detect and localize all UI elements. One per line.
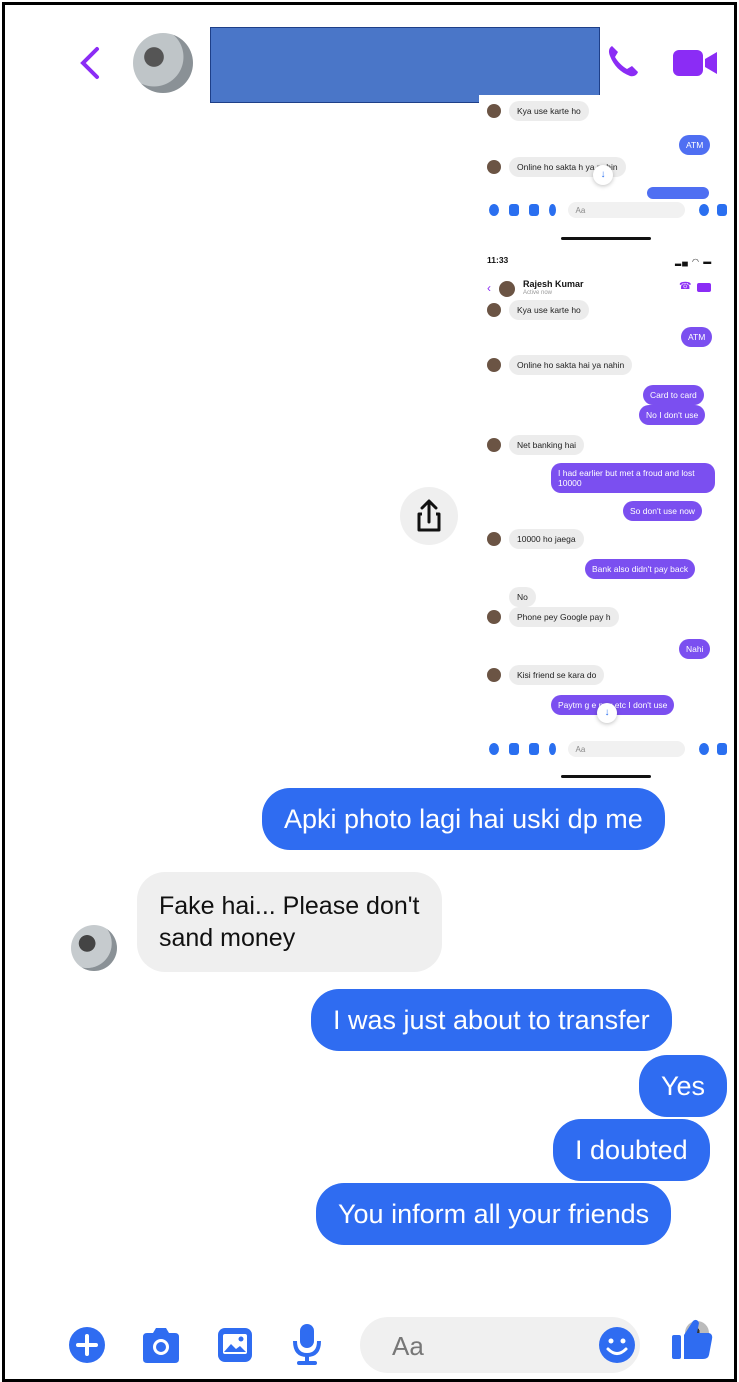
outgoing-message: You inform all your friends [316,1183,672,1245]
status-time: 11:33 [487,255,509,265]
phone-icon: ☎ [679,281,692,292]
outgoing-message: Bank also didn't pay back [585,559,696,579]
incoming-message: Kya use karte ho [509,300,589,320]
video-icon[interactable] [670,45,720,81]
avatar [71,925,117,971]
home-indicator [561,775,651,778]
phone-icon[interactable] [603,41,643,81]
camera-icon [508,743,519,755]
avatar [487,668,501,682]
arrow-down-icon[interactable]: ↓ [597,703,617,723]
avatar [487,160,501,174]
shared-screenshot[interactable]: Kya use karte ho ATM Online ho sakta h y… [479,95,727,783]
avatar [487,610,501,624]
incoming-message: No [509,587,536,607]
home-indicator [561,237,651,240]
emoji-icon[interactable] [597,1325,637,1365]
messenger-screen: Kya use karte ho ATM Online ho sakta h y… [2,2,737,1382]
camera-icon [508,204,519,216]
image-icon [528,743,539,755]
chevron-left-icon: ‹ [487,281,491,295]
embedded-composer: Aa [479,198,727,222]
chevron-left-icon[interactable] [75,45,105,81]
list-item: Kya use karte ho [487,101,589,121]
image-icon[interactable] [215,1325,255,1365]
outgoing-message: ATM [679,135,711,155]
outgoing-message: I was just about to transfer [311,989,672,1051]
list-item: Online ho sakta hai ya nahin [487,355,633,375]
embedded-input: Aa [567,202,686,218]
avatar [499,281,515,297]
share-button[interactable] [400,487,458,545]
outgoing-message: No I don't use [639,405,706,425]
arrow-down-icon[interactable]: ↓ [593,165,613,185]
thumbs-up-icon[interactable] [669,1315,715,1363]
outgoing-message: Yes [639,1055,728,1117]
incoming-message: Kya use karte ho [509,101,589,121]
microphone-icon [548,743,556,755]
contact-avatar[interactable] [133,33,193,93]
incoming-message: 10000 ho jaega [509,529,584,549]
list-item: Kisi friend se kara do [487,665,605,685]
incoming-message: Kisi friend se kara do [509,665,605,685]
contact-name: Rajesh Kumar [523,279,584,289]
list-item: Kya use karte ho [487,300,589,320]
incoming-message: Phone pey Google pay h [509,607,619,627]
outgoing-message: I had earlier but met a froud and lost 1… [551,463,715,493]
contact-status: Active now [523,290,553,296]
video-icon [697,283,711,292]
incoming-message: Net banking hai [509,435,585,455]
avatar [487,303,501,317]
thumbs-up-icon [717,204,727,216]
avatar [487,104,501,118]
embedded-composer: Aa [479,737,727,761]
list-item: Net banking hai [487,435,585,455]
share-icon [417,499,441,532]
outgoing-message: I doubted [553,1119,710,1181]
outgoing-message: So don't use now [623,501,702,521]
outgoing-message: Apki photo lagi hai uski dp me [262,788,665,850]
emoji-icon [699,204,710,216]
list-item: Phone pey Google pay h [487,607,619,627]
avatar [487,358,501,372]
thumbs-up-icon [717,743,727,755]
avatar [487,532,501,546]
message-input-placeholder: Aa [392,1331,424,1361]
list-item: 10000 ho jaega [487,529,584,549]
outgoing-message: Nahi [679,639,711,659]
avatar [487,438,501,452]
emoji-icon [699,743,710,755]
redacted-contact-name [210,27,600,103]
outgoing-message: Card to card [643,385,704,405]
status-icons: ▂▄ ◠ ▬ [675,257,713,266]
plus-icon[interactable] [67,1325,107,1365]
camera-icon[interactable] [139,1325,183,1365]
plus-icon [489,204,499,216]
incoming-message: Fake hai... Please don't sand money [137,872,442,972]
microphone-icon[interactable] [290,1321,324,1367]
image-icon [528,204,539,216]
outgoing-message: ATM [681,327,713,347]
embedded-input: Aa [567,741,686,757]
plus-icon [489,743,499,755]
microphone-icon [548,204,556,216]
incoming-message: Online ho sakta hai ya nahin [509,355,633,375]
